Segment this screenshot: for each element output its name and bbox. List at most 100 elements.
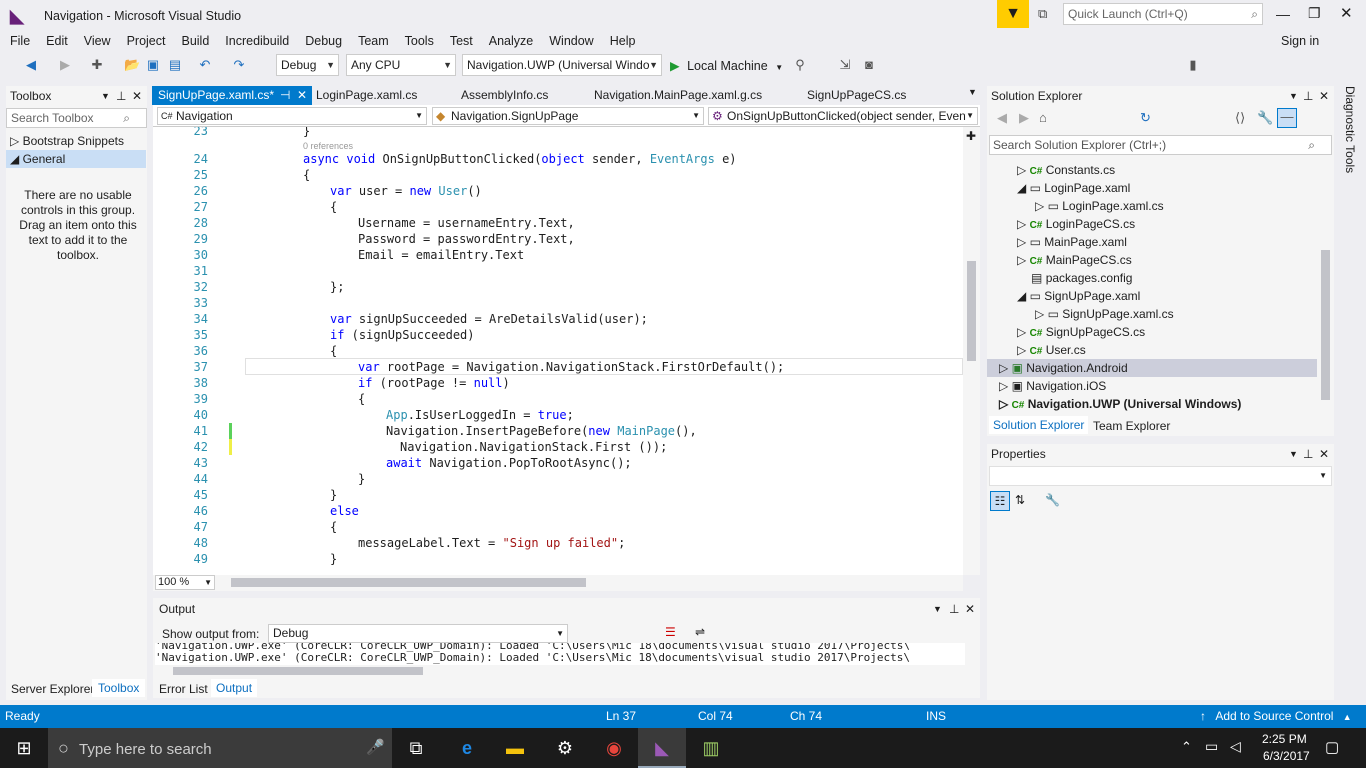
- wrench-icon[interactable]: 🔧: [1257, 110, 1273, 126]
- charts-app-icon[interactable]: ▥: [687, 728, 735, 768]
- tree-item[interactable]: ▷ ▭ MainPage.xaml: [1017, 233, 1127, 251]
- dropdown-icon[interactable]: ▼: [101, 86, 110, 106]
- undo-icon[interactable]: ↶: [198, 58, 212, 72]
- volume-icon[interactable]: ◁: [1230, 738, 1241, 755]
- home-icon[interactable]: ⌂: [1039, 110, 1047, 125]
- tree-item[interactable]: ▷ ▭ LoginPage.xaml.cs: [1035, 197, 1164, 215]
- tray-chevron-icon[interactable]: ⌃: [1181, 739, 1192, 755]
- pin-icon[interactable]: ⊥: [1303, 444, 1313, 464]
- new-project-icon[interactable]: ✚: [90, 58, 104, 72]
- dropdown-icon[interactable]: ▼: [1289, 444, 1298, 464]
- tab-assemblyinfo[interactable]: AssemblyInfo.cs: [455, 86, 548, 105]
- pin-icon[interactable]: ⊥: [1303, 86, 1313, 106]
- close-window-button[interactable]: ✕: [1340, 4, 1353, 22]
- tab-toolbox[interactable]: Toolbox: [92, 679, 146, 697]
- menu-test[interactable]: Test: [442, 32, 481, 50]
- tab-output[interactable]: Output: [211, 679, 258, 697]
- pin-icon[interactable]: ⊣: [280, 86, 290, 105]
- config-select[interactable]: Debug ▼: [276, 54, 339, 76]
- windows-start-icon[interactable]: ⊞: [0, 728, 48, 768]
- tree-item[interactable]: ▷ C# MainPageCS.cs: [1017, 251, 1132, 269]
- properties-object-select[interactable]: ▼: [989, 466, 1332, 486]
- bookmark-icon[interactable]: ▮: [1186, 58, 1200, 72]
- class-nav-select[interactable]: ◆ Navigation.SignUpPage ▼: [432, 107, 704, 125]
- tree-item-selected[interactable]: ▷ ▣ Navigation.Android: [987, 359, 1317, 377]
- split-icon[interactable]: ✚: [966, 129, 976, 143]
- task-view-icon[interactable]: ⧉: [392, 728, 440, 768]
- menu-window[interactable]: Window: [541, 32, 601, 50]
- sign-in-link[interactable]: Sign in: [1281, 34, 1319, 48]
- menu-view[interactable]: View: [76, 32, 119, 50]
- filter-icon[interactable]: ▼: [997, 0, 1029, 28]
- tab-team-explorer[interactable]: Team Explorer: [1093, 419, 1170, 433]
- feedback-icon[interactable]: ⧉: [1038, 6, 1047, 22]
- close-icon[interactable]: ✕: [1319, 86, 1329, 106]
- tree-item[interactable]: ▷ C# Navigation.UWP (Universal Windows): [999, 395, 1241, 413]
- output-text[interactable]: 'Navigation.UWP.exe' (CoreCLR: CoreCLR_U…: [155, 643, 965, 665]
- maximize-button[interactable]: ❐: [1308, 5, 1321, 22]
- code-icon[interactable]: ⟨⟩: [1235, 110, 1245, 126]
- tab-overflow-icon[interactable]: ▼: [968, 87, 977, 97]
- tab-loginpage-xaml-cs[interactable]: LoginPage.xaml.cs: [310, 86, 417, 105]
- menu-edit[interactable]: Edit: [38, 32, 76, 50]
- camera-icon[interactable]: ◙: [862, 58, 876, 72]
- edge-icon[interactable]: e: [443, 728, 491, 768]
- close-icon[interactable]: ✕: [965, 599, 975, 619]
- menu-help[interactable]: Help: [602, 32, 644, 50]
- pin-icon[interactable]: ⊥: [949, 599, 959, 619]
- tab-solution-explorer[interactable]: Solution Explorer: [989, 416, 1089, 434]
- open-icon[interactable]: 📂: [124, 58, 140, 72]
- output-source-select[interactable]: Debug ▼: [268, 624, 568, 643]
- menu-team[interactable]: Team: [350, 32, 397, 50]
- tree-item[interactable]: ▤ packages.config: [1031, 269, 1132, 287]
- property-pages-icon[interactable]: 🔧: [1045, 493, 1060, 507]
- save-all-icon[interactable]: ▤: [168, 58, 182, 72]
- zoom-select[interactable]: 100 % ▼: [155, 575, 215, 590]
- quick-launch-input[interactable]: Quick Launch (Ctrl+Q) ⌕: [1063, 3, 1263, 25]
- editor-vscrollbar[interactable]: ✚: [963, 127, 980, 575]
- word-wrap-icon[interactable]: ⇌: [695, 625, 705, 639]
- project-nav-select[interactable]: C# Navigation ▼: [157, 107, 427, 125]
- menu-incredibuild[interactable]: Incredibuild: [217, 32, 297, 50]
- microphone-icon[interactable]: 🎤: [366, 728, 385, 768]
- menu-debug[interactable]: Debug: [297, 32, 350, 50]
- clear-all-icon[interactable]: ☰: [665, 625, 676, 639]
- hscroll-thumb[interactable]: [231, 578, 586, 587]
- diagnostic-tools-tab[interactable]: Diagnostic Tools: [1340, 86, 1360, 186]
- collapse-icon[interactable]: —: [1277, 108, 1297, 128]
- file-explorer-icon[interactable]: ▬: [491, 728, 539, 768]
- source-control-button[interactable]: ↑ Add to Source Control ▲: [1200, 705, 1352, 729]
- menu-build[interactable]: Build: [173, 32, 217, 50]
- menu-file[interactable]: File: [0, 32, 38, 50]
- tab-error-list[interactable]: Error List: [159, 682, 208, 696]
- output-hscroll-thumb[interactable]: [173, 667, 423, 675]
- redo-icon[interactable]: ↷: [232, 58, 246, 72]
- tree-item[interactable]: ▷ ▣ Navigation.iOS: [999, 377, 1106, 395]
- toolbox-group-general[interactable]: ◢ General: [6, 150, 146, 168]
- sync-icon[interactable]: ↻: [1140, 110, 1151, 126]
- member-nav-select[interactable]: ⚙ OnSignUpButtonClicked(object sender, E…: [708, 107, 978, 125]
- visual-studio-icon[interactable]: ◣: [638, 728, 686, 768]
- tab-server-explorer[interactable]: Server Explorer: [11, 682, 94, 696]
- solution-search[interactable]: Search Solution Explorer (Ctrl+;) ⌕: [989, 135, 1332, 155]
- tab-signuppage-xaml-cs[interactable]: SignUpPage.xaml.cs* ⊣ ✕: [152, 86, 312, 105]
- chrome-icon[interactable]: ◉: [590, 728, 638, 768]
- clock-date[interactable]: 6/3/2017: [1263, 749, 1310, 763]
- forward-icon[interactable]: ▶: [58, 58, 72, 72]
- tree-item[interactable]: ▷ C# SignUpPageCS.cs: [1017, 323, 1145, 341]
- tree-item[interactable]: ◢ ▭ SignUpPage.xaml: [1017, 287, 1140, 305]
- toolbox-search[interactable]: Search Toolbox ⌕: [6, 108, 147, 128]
- taskbar-search[interactable]: ○ Type here to search 🎤: [48, 728, 392, 768]
- notification-icon[interactable]: ▢: [1325, 738, 1339, 756]
- forward-icon[interactable]: ▶: [1019, 110, 1029, 126]
- tree-item[interactable]: ▷ C# LoginPageCS.cs: [1017, 215, 1135, 233]
- tree-item[interactable]: ▷ C# Constants.cs: [1017, 161, 1115, 179]
- network-icon[interactable]: ▭: [1205, 738, 1218, 755]
- step-icon[interactable]: ⇲: [838, 58, 852, 72]
- startup-project-select[interactable]: Navigation.UWP (Universal Windo ▼: [462, 54, 662, 76]
- clock-time[interactable]: 2:25 PM: [1262, 732, 1307, 746]
- close-icon[interactable]: ✕: [132, 86, 142, 106]
- menu-analyze[interactable]: Analyze: [481, 32, 541, 50]
- code-editor[interactable]: 23 } 0 references 24 async void OnSignUp…: [153, 127, 963, 575]
- categorized-icon[interactable]: ☷: [990, 491, 1010, 511]
